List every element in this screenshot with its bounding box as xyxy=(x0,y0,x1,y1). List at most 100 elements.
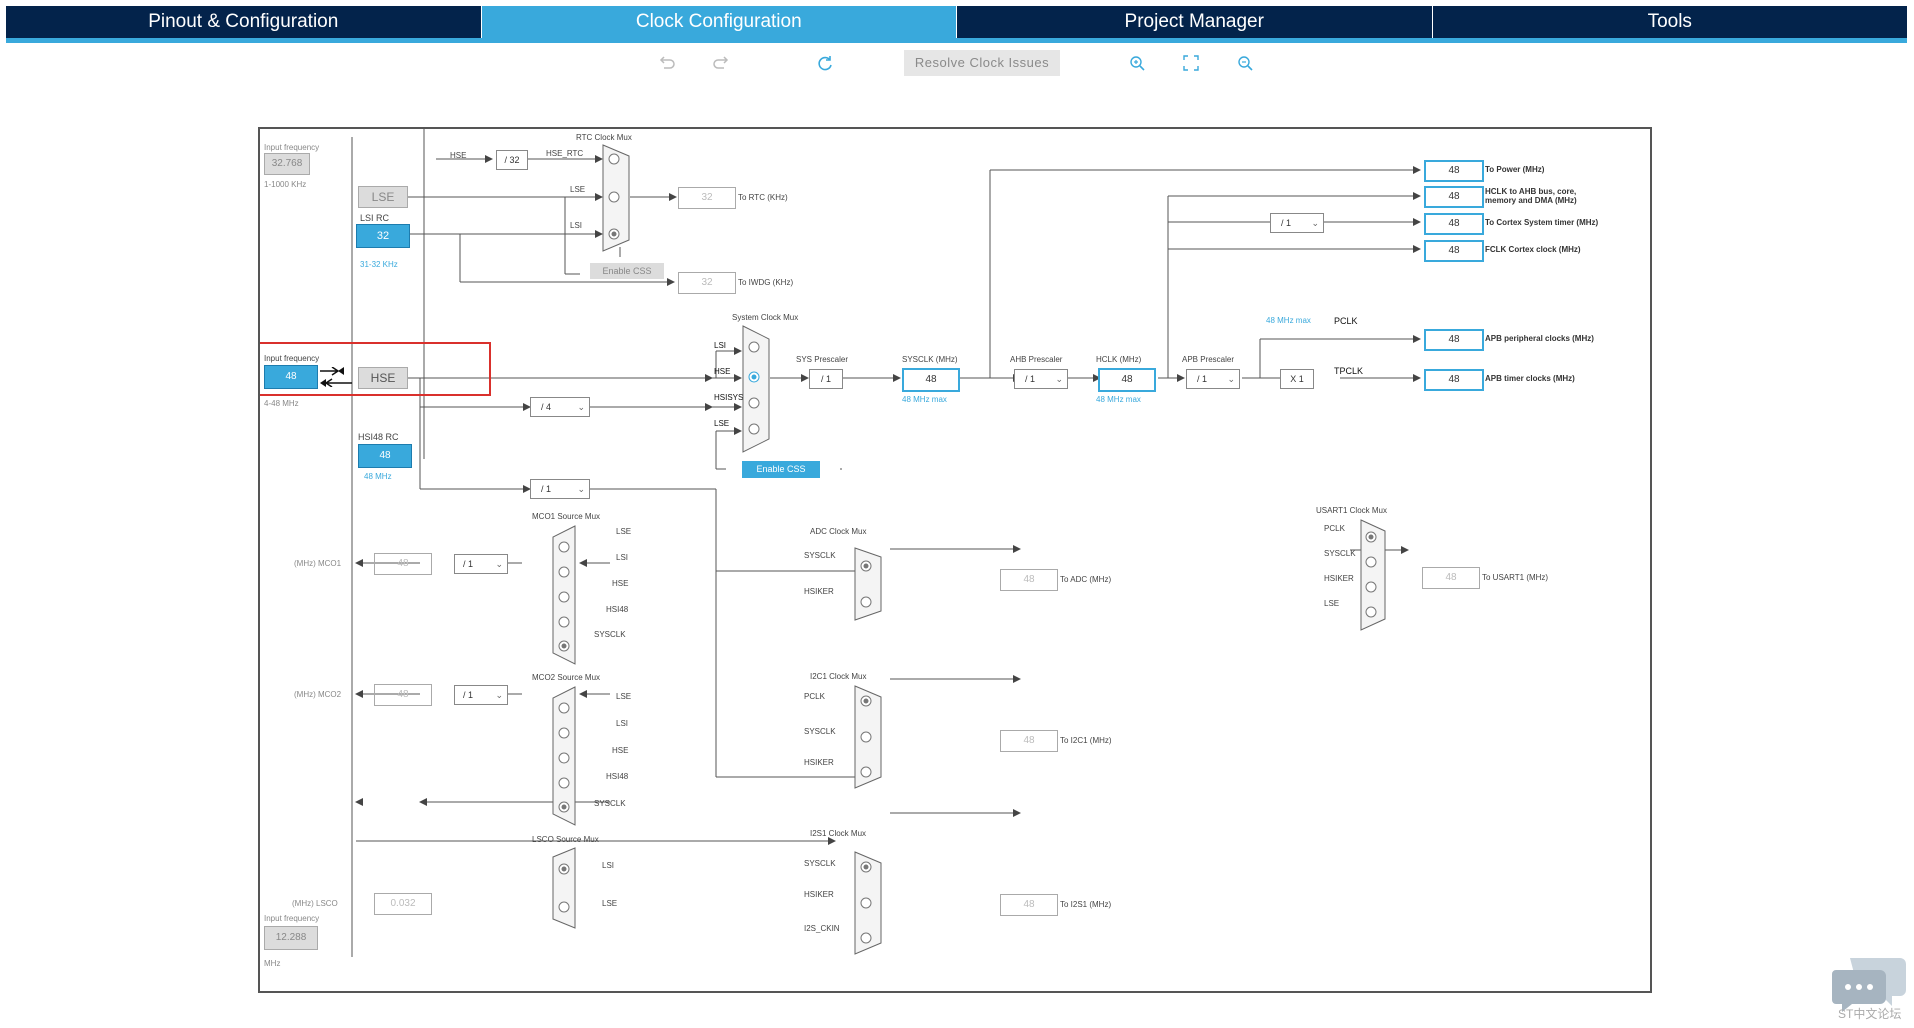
lse-input-field[interactable]: 32.768 xyxy=(264,153,310,175)
hse-input-field[interactable]: 48 xyxy=(264,365,318,389)
refresh-icon[interactable] xyxy=(814,52,836,74)
sysclk-label: SYSCLK (MHz) xyxy=(902,355,958,364)
hse-div4-select[interactable]: / 4 ⌄ xyxy=(530,397,590,417)
sys-mux-input-lse: LSE xyxy=(714,419,730,428)
i2s1-mux-title: I2S1 Clock Mux xyxy=(810,829,867,838)
i2c1-output-value: 48 xyxy=(1000,730,1058,752)
i2c1-input-hsiker: HSIKER xyxy=(804,758,834,767)
enable-css-sys-button[interactable]: Enable CSS xyxy=(742,461,820,478)
hse-box[interactable]: HSE xyxy=(358,367,408,389)
i2s1-input-i2s-ckin: I2S_CKIN xyxy=(804,924,840,933)
tab-project-manager[interactable]: Project Manager xyxy=(957,6,1433,38)
pclk-label: PCLK xyxy=(1334,316,1358,326)
tab-tools[interactable]: Tools xyxy=(1432,6,1907,38)
zoom-out-icon[interactable] xyxy=(1234,52,1256,74)
chevron-down-icon: ⌄ xyxy=(577,484,585,494)
rtc-output-label: To RTC (KHz) xyxy=(738,193,788,202)
mco2-input-sysclk: SYSCLK xyxy=(594,799,626,808)
enable-css-rtc-button[interactable]: Enable CSS xyxy=(590,263,664,279)
lsi-rc-label: LSI RC xyxy=(360,213,390,223)
usart1-mux-title: USART1 Clock Mux xyxy=(1316,506,1387,515)
usart1-clock-mux[interactable] xyxy=(1360,519,1386,631)
tab-pinout-configuration[interactable]: Pinout & Configuration xyxy=(6,6,482,38)
lsco-output-value: 0.032 xyxy=(374,893,432,915)
mco1-input-lsi: LSI xyxy=(616,553,629,562)
iwdg-output-label: To IWDG (KHz) xyxy=(738,278,794,287)
system-clock-mux[interactable] xyxy=(742,325,770,453)
i2c1-input-pclk: PCLK xyxy=(804,692,825,701)
i2s1-clock-mux[interactable] xyxy=(854,851,882,955)
sys-prescaler-label: SYS Prescaler xyxy=(796,355,849,364)
lsco-input-lse: LSE xyxy=(602,899,618,908)
output-systimer-value[interactable]: 48 xyxy=(1424,213,1484,235)
rtc-clock-mux[interactable] xyxy=(602,144,630,252)
hse-bypass-arrows xyxy=(320,367,352,387)
hsi48-div-select[interactable]: / 1 ⌄ xyxy=(530,479,590,499)
cortex-div-select[interactable]: / 1 ⌄ xyxy=(1270,213,1324,233)
chevron-down-icon: ⌄ xyxy=(577,402,585,412)
adc-clock-mux[interactable] xyxy=(854,547,882,621)
output-apb-periph-value[interactable]: 48 xyxy=(1424,329,1484,351)
tab-underline xyxy=(6,38,1907,43)
adc-input-sysclk: SYSCLK xyxy=(804,551,836,560)
output-ahb-value[interactable]: 48 xyxy=(1424,186,1484,208)
i2c1-clock-mux[interactable] xyxy=(854,685,882,789)
mco2-label: (MHz) MCO2 xyxy=(294,690,342,699)
chevron-down-icon: ⌄ xyxy=(1311,218,1319,228)
zoom-in-icon[interactable] xyxy=(1126,52,1148,74)
usart1-input-lse: LSE xyxy=(1324,599,1340,608)
tab-clock-configuration[interactable]: Clock Configuration xyxy=(481,6,957,38)
redo-icon[interactable] xyxy=(710,52,732,74)
fit-screen-icon[interactable] xyxy=(1180,52,1202,74)
sys-prescaler-box[interactable]: / 1 xyxy=(809,369,843,389)
output-apb-periph-label: APB peripheral clocks (MHz) xyxy=(1485,334,1594,343)
lsco-source-mux[interactable] xyxy=(552,847,576,929)
sysclk-value[interactable]: 48 xyxy=(902,368,960,392)
mco1-mux-title: MCO1 Source Mux xyxy=(532,512,601,521)
tpclk-label: TPCLK xyxy=(1334,366,1364,376)
hse-div4-value: / 4 xyxy=(541,402,552,412)
apb-prescaler-value: / 1 xyxy=(1197,374,1208,384)
hse-input-label: Input frequency xyxy=(264,354,320,363)
rtc-mux-title: RTC Clock Mux xyxy=(576,133,632,142)
apb-prescaler-select[interactable]: / 1 ⌄ xyxy=(1186,369,1240,389)
adc-mux-title: ADC Clock Mux xyxy=(810,527,867,536)
mco2-output-value: 48 xyxy=(374,684,432,706)
mco2-div-select[interactable]: / 1 ⌄ xyxy=(454,685,508,705)
i2s-input-label: Input frequency xyxy=(264,914,320,923)
output-ahb-label: HCLK to AHB bus, core, memory and DMA (M… xyxy=(1485,187,1577,205)
output-power-label: To Power (MHz) xyxy=(1485,165,1545,174)
sys-mux-input-hse: HSE xyxy=(714,367,731,376)
resolve-clock-issues-button[interactable]: Resolve Clock Issues xyxy=(904,50,1060,76)
usart1-input-pclk: PCLK xyxy=(1324,524,1345,533)
lse-box[interactable]: LSE xyxy=(358,186,408,208)
lse-input-label: Input frequency xyxy=(264,143,320,152)
lsco-mux-title: LSCO Source Mux xyxy=(532,835,599,844)
output-fclk-value[interactable]: 48 xyxy=(1424,240,1484,262)
sys-mux-input-hsisys: HSISYS xyxy=(714,393,744,402)
hclk-label: HCLK (MHz) xyxy=(1096,355,1142,364)
sys-mux-input-lsi: LSI xyxy=(714,341,727,350)
chevron-down-icon: ⌄ xyxy=(1055,374,1063,384)
mco2-input-lsi: LSI xyxy=(616,719,629,728)
mco1-input-hse: HSE xyxy=(612,579,629,588)
lsi-rc-value[interactable]: 32 xyxy=(356,224,410,248)
undo-icon[interactable] xyxy=(656,52,678,74)
hsi48-rc-value[interactable]: 48 xyxy=(358,444,412,468)
mco2-div-value: / 1 xyxy=(463,690,474,700)
apb-max: 48 MHz max xyxy=(1266,316,1311,325)
i2s-input-field[interactable]: 12.288 xyxy=(264,926,318,950)
rtc-lsi-label: LSI xyxy=(570,221,583,230)
mco1-div-select[interactable]: / 1 ⌄ xyxy=(454,554,508,574)
rtc-output-value: 32 xyxy=(678,187,736,209)
mco2-source-mux[interactable] xyxy=(552,686,576,826)
i2c1-input-sysclk: SYSCLK xyxy=(804,727,836,736)
hclk-value[interactable]: 48 xyxy=(1098,368,1156,392)
output-power-value[interactable]: 48 xyxy=(1424,160,1484,182)
usart1-input-hsiker: HSIKER xyxy=(1324,574,1354,583)
mco1-input-sysclk: SYSCLK xyxy=(594,630,626,639)
output-apb-timer-value[interactable]: 48 xyxy=(1424,369,1484,391)
ahb-prescaler-select[interactable]: / 1 ⌄ xyxy=(1014,369,1068,389)
mco1-input-lse: LSE xyxy=(616,527,632,536)
mco1-source-mux[interactable] xyxy=(552,525,576,665)
